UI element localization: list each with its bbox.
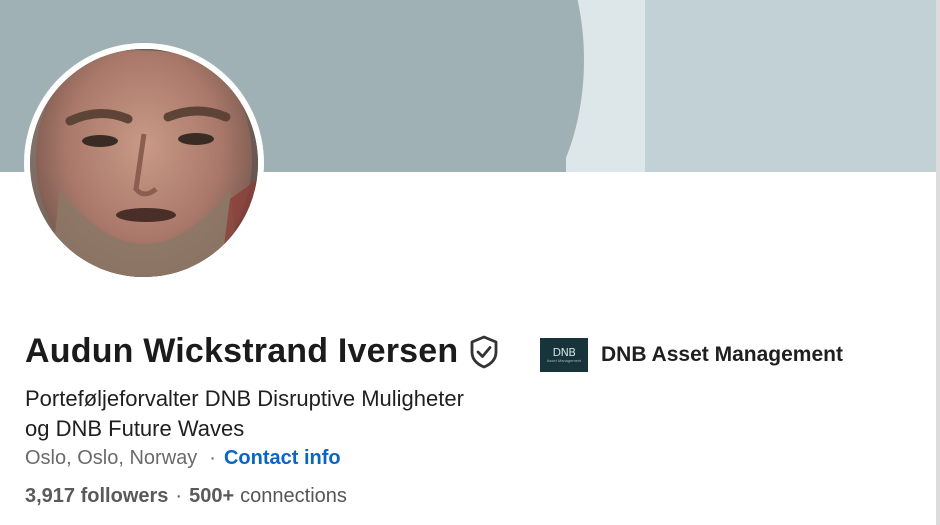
banner-right-panel [645, 0, 936, 172]
profile-name: Audun Wickstrand Iversen [25, 332, 459, 370]
company-name[interactable]: DNB Asset Management [601, 343, 843, 367]
stats-separator: · [175, 485, 183, 507]
current-company[interactable]: DNB Asset Management DNB Asset Managemen… [540, 338, 843, 372]
network-stats-row: 3,917 followers · 500+ connections [25, 485, 347, 508]
profile-photo-illustration [30, 49, 258, 277]
location-separator: · [209, 447, 216, 469]
scrollbar-edge [936, 0, 940, 525]
company-logo-text: DNB [552, 346, 576, 359]
company-logo-subtext: Asset Management [546, 358, 582, 363]
verified-shield-icon[interactable] [468, 335, 500, 369]
contact-info-link[interactable]: Contact info [224, 447, 341, 470]
banner-curve-shape [360, 0, 584, 172]
connections-count[interactable]: 500+ [189, 485, 234, 508]
location-row: Oslo, Oslo, Norway · Contact info [25, 447, 341, 470]
headline-line-1: Porteføljeforvalter DNB Disruptive Mulig… [25, 386, 464, 411]
profile-location: Oslo, Oslo, Norway [25, 447, 198, 469]
profile-photo[interactable] [30, 49, 258, 277]
followers-count[interactable]: 3,917 followers [25, 485, 168, 508]
company-logo[interactable]: DNB Asset Management [540, 338, 588, 372]
profile-name-row: Audun Wickstrand Iversen [25, 332, 500, 371]
profile-photo-frame[interactable] [24, 43, 264, 283]
profile-headline: Porteføljeforvalter DNB Disruptive Mulig… [25, 384, 535, 444]
connections-label[interactable]: connections [240, 485, 347, 508]
headline-line-2: og DNB Future Waves [25, 416, 245, 441]
